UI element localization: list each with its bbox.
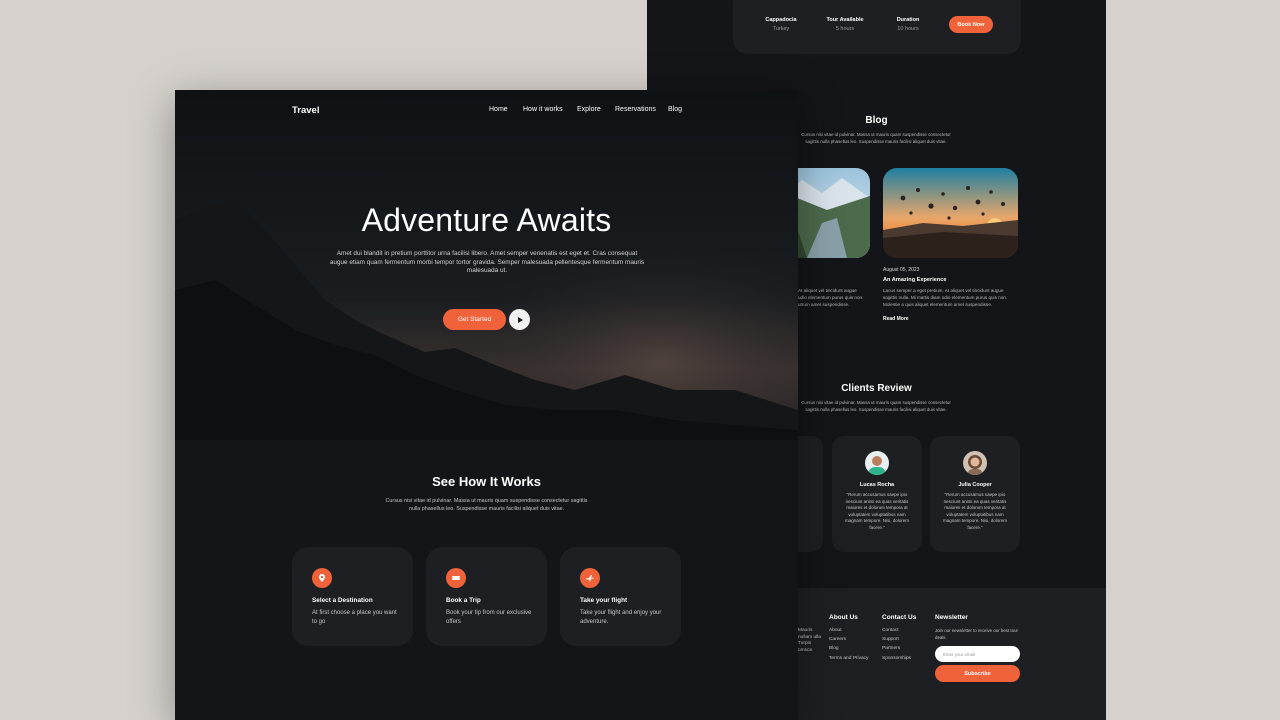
avatar-lucas [865,451,889,475]
blog-post-date: August 05, 2023 [883,267,920,273]
play-icon [517,316,523,323]
footer-link-contact[interactable]: Contact [882,628,899,633]
review-card-lucas: Lucas Rocha "Rerum accusamus saepe ipio … [832,436,922,552]
review-name: Julia Cooper [958,482,992,488]
map-pin-icon [312,568,332,588]
footer-newsletter-title: Newsletter [935,614,968,621]
step-card-flight[interactable]: Take your flight Take your flight and en… [560,547,681,646]
footer-link-careers[interactable]: Careers [829,637,846,642]
booking-duration-label: Duration [896,17,920,23]
avatar-julia [963,451,987,475]
hero-section: Travel Home How it works Explore Reserva… [175,90,798,440]
step-title: Take your flight [580,597,628,604]
blog-partial-line-2: udio elementum purus quis non. [798,295,864,300]
blog-partial-line-1: At aliquet vel tincidunt augue [798,288,857,293]
subscribe-button[interactable]: Subscribe [935,665,1020,682]
nav-blog[interactable]: Blog [668,106,682,113]
front-page-preview: Travel Home How it works Explore Reserva… [175,90,798,720]
hero-title: Adventure Awaits [361,202,612,238]
footer-link-support[interactable]: Support [882,637,899,642]
nav-home[interactable]: Home [489,106,508,113]
footer-contact-title: Contact Us [882,614,917,621]
booking-duration: Duration 10 hours [868,17,948,32]
read-more-link[interactable]: Read More [883,316,909,322]
footer-link-about[interactable]: About [829,628,842,633]
step-title: Book a Trip [446,597,481,604]
booking-duration-value: 10 hours [897,26,919,32]
how-it-works-title: See How It Works [432,474,541,489]
blog-image-balloons[interactable] [883,168,1018,258]
footer-link-terms[interactable]: Terms and Privacy [829,656,868,661]
review-card-julia: Julia Cooper "Rerum accusamus saepe ipio… [930,436,1020,552]
book-now-button[interactable]: Book Now [949,16,993,33]
step-card-book-trip[interactable]: Book a Trip Book your tip from our exclu… [426,547,547,646]
logo[interactable]: Travel [292,105,319,116]
footer-link-sponsorships[interactable]: Sponsorships [882,656,911,661]
booking-bar: Cappadocia Turkey Tour Available 5 hours… [733,0,1021,54]
step-text: Book your tip from our exclusive offers [446,610,532,625]
step-title: Select a Destination [312,597,373,604]
airplane-icon [580,568,600,588]
nav-how-it-works[interactable]: How it works [523,106,563,113]
footer-link-blog[interactable]: Blog [829,646,839,651]
review-name: Lucas Rocha [859,482,895,488]
hero-description: Amet dui blandit in pretium porttitor ur… [329,250,645,275]
step-card-destination[interactable]: Select a Destination At first choose a p… [292,547,413,646]
footer-about-title: About Us [829,614,858,621]
blog-partial-line-3: utrum amet suspendisse. [798,302,850,307]
footer-link-partners[interactable]: Partners [882,646,900,651]
blog-description: Cursus nisi vitae id pulvinar. Massa ut … [801,132,951,144]
ticket-icon [446,568,466,588]
blog-post-text: Lacus semper a eget pretium. At aliquet … [883,288,1008,307]
nav-reservations[interactable]: Reservations [615,106,656,113]
play-video-button[interactable] [509,309,530,330]
step-text: At first choose a place you want to go [312,610,397,625]
blog-post-title[interactable]: An Amazing Experience [883,277,947,283]
get-started-button[interactable]: Get Started [443,309,506,330]
how-it-works-description: Cursus nisi vitae id pulvinar. Massa ut … [385,498,588,512]
newsletter-email-input[interactable]: Enter your email [935,646,1020,662]
step-text: Take your flight and enjoy your adventur… [580,610,662,625]
nav-explore[interactable]: Explore [577,106,601,113]
review-quote: "Rerum accusamus saepe ipio nesciunt ani… [844,492,910,530]
newsletter-text: Join our newsletter to receive our best … [935,628,1018,640]
review-quote: "Rerum accusamus saepe ipio nesciunt ani… [942,492,1008,530]
footer-partial-text: Mauris nullam ulla Turpis omson [798,628,821,653]
reviews-description: Cursus nisi vitae id pulvinar. Massa ut … [801,400,951,412]
